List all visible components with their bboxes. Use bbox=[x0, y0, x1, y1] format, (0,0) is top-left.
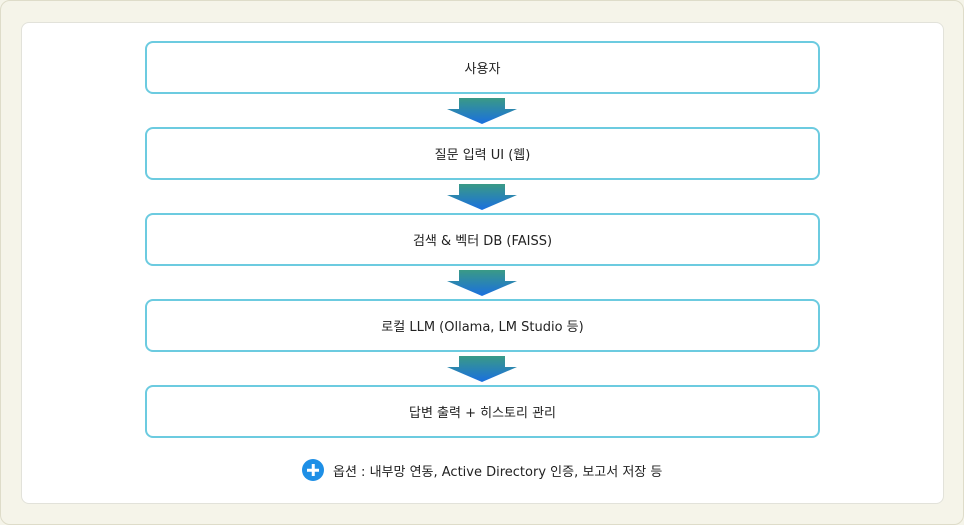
down-arrow-icon bbox=[447, 356, 517, 382]
flow-step-answer-output: 답변 출력 + 히스토리 관리 bbox=[145, 385, 820, 438]
down-arrow-icon bbox=[447, 184, 517, 210]
option-note: 옵션 : 내부망 연동, Active Directory 인증, 보고서 저장… bbox=[302, 458, 662, 482]
down-arrow-icon bbox=[447, 270, 517, 296]
flow-step-user: 사용자 bbox=[145, 41, 820, 94]
flow-step-vector-db: 검색 & 벡터 DB (FAISS) bbox=[145, 213, 820, 266]
flow-step-label: 답변 출력 + 히스토리 관리 bbox=[408, 406, 557, 421]
down-arrow-icon bbox=[447, 98, 517, 124]
plus-icon bbox=[302, 459, 324, 481]
flow-step-label: 질문 입력 UI (웹) bbox=[434, 148, 531, 163]
flow-step-label: 로컬 LLM (Ollama, LM Studio 등) bbox=[381, 320, 584, 335]
option-text: 옵션 : 내부망 연동, Active Directory 인증, 보고서 저장… bbox=[333, 464, 663, 480]
flow-step-query-ui: 질문 입력 UI (웹) bbox=[145, 127, 820, 180]
flow-step-local-llm: 로컬 LLM (Ollama, LM Studio 등) bbox=[145, 299, 820, 352]
flow-step-label: 사용자 bbox=[464, 62, 501, 77]
flow-step-label: 검색 & 벡터 DB (FAISS) bbox=[412, 234, 553, 249]
